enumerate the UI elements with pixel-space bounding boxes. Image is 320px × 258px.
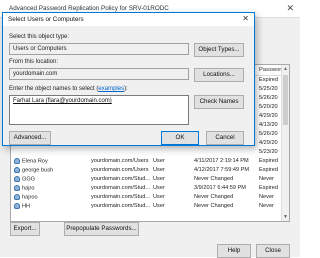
object-types-button[interactable]: Object Types... [194,43,244,57]
password-cell: Expired [259,158,278,164]
scroll-up-icon[interactable]: ▲ [283,66,288,72]
location-label: From this location: [9,59,59,65]
password-changed-cell: 4/11/2017 2:19:14 PM [194,158,249,164]
user-icon [14,158,20,164]
table-row[interactable]: 5/23/20 [11,148,289,157]
prepopulate-passwords-button[interactable]: Prepopulate Passwords... [64,222,139,236]
domain-cell: yourdomain.com/Stud... [91,185,151,191]
export-button[interactable]: Export... [10,222,40,236]
user-name-cell: george bush [14,167,53,173]
password-cell: Expired [259,185,278,191]
close-button[interactable]: Close [256,244,290,258]
password-cell: Expired [259,167,278,173]
user-name-cell: hajroo [14,194,38,200]
dialog-title: Select Users or Computers [8,16,84,23]
object-names-input[interactable]: Farhat Lara (flara@yourdomain.com) [9,95,189,125]
table-row[interactable]: HH yourdomain.com/Stud... User Never Cha… [11,202,289,211]
column-header-password[interactable]: Passwor [259,67,281,73]
password-cell: Expired [259,77,278,83]
scroll-thumb[interactable] [283,75,288,125]
user-icon [14,194,20,200]
password-cell: 4/29/20 [259,113,278,119]
type-cell: User [153,203,165,209]
password-cell: Never [259,203,274,209]
table-row[interactable]: george bush yourdomain.com/Users User 4/… [11,166,289,175]
user-icon [14,176,20,182]
select-users-dialog: Select Users or Computers ✕ Select this … [2,12,255,146]
examples-link[interactable]: examples [98,86,124,92]
password-changed-cell: 3/9/2017 6:44:59 PM [194,185,246,191]
password-changed-cell: Never Changed [194,176,234,182]
domain-cell: yourdomain.com/Stud... [91,203,151,209]
password-cell: 4/13/20 [259,122,278,128]
type-cell: User [153,185,165,191]
table-row[interactable]: Elena Roy yourdomain.com/Users User 4/11… [11,157,289,166]
table-row[interactable]: GGG yourdomain.com/Stud... User Never Ch… [11,175,289,184]
table-row[interactable]: hajro yourdomain.com/Stud... User 3/9/20… [11,184,289,193]
password-cell: 4/29/20 [259,140,278,146]
type-cell: User [153,176,165,182]
cancel-button[interactable]: Cancel [206,131,244,145]
domain-cell: yourdomain.com/Stud... [91,176,151,182]
window-close-icon[interactable]: ✕ [286,3,294,14]
object-type-field: Users or Computers [9,43,189,55]
ok-button[interactable]: OK [161,131,199,145]
user-name-cell: Elena Roy [14,158,48,164]
user-name-cell: HH [14,203,30,209]
password-changed-cell: 4/12/2017 7:59:49 PM [194,167,250,173]
dialog-close-icon[interactable]: ✕ [242,14,249,23]
password-cell: 5/25/20 [259,86,278,92]
domain-cell: yourdomain.com/Users [91,158,149,164]
location-field: yourdomain.com [9,68,189,80]
password-cell: 5/23/20 [259,149,278,155]
password-cell: 5/20/20 [259,104,278,110]
password-cell: Never [259,194,274,200]
dialog-titlebar: Select Users or Computers ✕ [3,13,254,26]
object-type-label: Select this object type: [9,34,70,40]
domain-cell: yourdomain.com/Stud... [91,194,151,200]
user-name-cell: hajro [14,185,34,191]
user-icon [14,185,20,191]
help-button[interactable]: Help [217,244,251,258]
window-title: Advanced Password Replication Policy for… [9,5,169,12]
object-names-label: Enter the object names to select (exampl… [9,86,128,92]
list-scrollbar[interactable]: ▲ ▼ [281,65,289,221]
check-names-button[interactable]: Check Names [194,95,244,109]
type-cell: User [153,167,165,173]
password-cell: Never [259,176,274,182]
password-cell: 5/26/20 [259,131,278,137]
user-icon [14,203,20,209]
password-cell: 5/26/20 [259,95,278,101]
type-cell: User [153,158,165,164]
domain-cell: yourdomain.com/Users [91,167,149,173]
scroll-down-icon[interactable]: ▼ [283,214,288,220]
user-name-cell: GGG [14,176,35,182]
password-changed-cell: Never Changed [194,203,234,209]
password-changed-cell: Never Changed [194,194,234,200]
type-cell: User [153,194,165,200]
advanced-button[interactable]: Advanced... [9,131,51,145]
locations-button[interactable]: Locations... [194,68,244,82]
table-row[interactable]: hajroo yourdomain.com/Stud... User Never… [11,193,289,202]
user-icon [14,167,20,173]
